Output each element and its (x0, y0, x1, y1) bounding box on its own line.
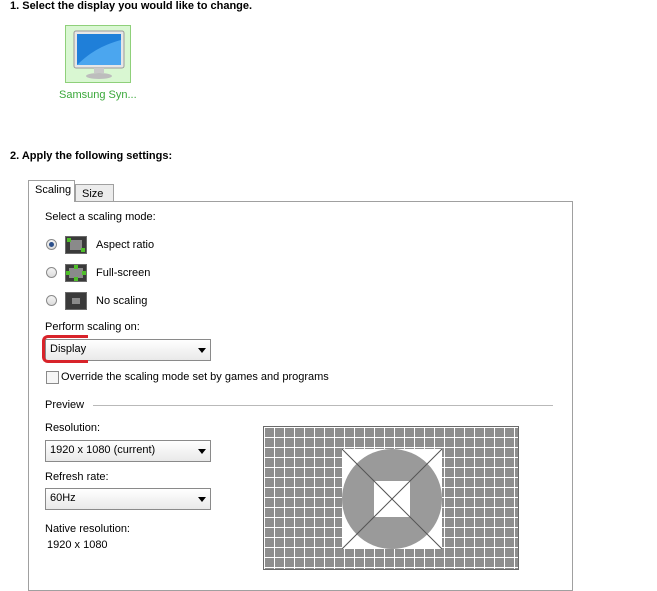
native-resolution-label: Native resolution: (45, 523, 130, 535)
refresh-rate-label: Refresh rate: (45, 471, 109, 483)
preview-section-label: Preview (45, 399, 85, 411)
display-label: Samsung Syn... (59, 89, 137, 101)
resolution-value: 1920 x 1080 (current) (50, 444, 156, 456)
chevron-down-icon (198, 449, 206, 454)
full-screen-label[interactable]: Full-screen (96, 267, 150, 279)
refresh-rate-value: 60Hz (50, 492, 76, 504)
aspect-ratio-icon (65, 236, 87, 254)
scaling-preview (263, 426, 519, 570)
chevron-down-icon (198, 348, 206, 353)
perform-scaling-label: Perform scaling on: (45, 321, 140, 333)
refresh-rate-select[interactable]: 60Hz (45, 488, 211, 510)
radio-aspect-ratio[interactable] (46, 239, 57, 250)
radio-full-screen[interactable] (46, 267, 57, 278)
tab-scaling[interactable]: Scaling (28, 180, 75, 202)
chevron-down-icon (198, 497, 206, 502)
monitor-icon (73, 30, 125, 79)
aspect-ratio-label[interactable]: Aspect ratio (96, 239, 154, 251)
tab-size[interactable]: Size (75, 184, 114, 202)
override-label[interactable]: Override the scaling mode set by games a… (61, 371, 329, 383)
override-checkbox[interactable] (46, 371, 59, 384)
display-tile[interactable] (65, 25, 131, 83)
no-scaling-icon (65, 292, 87, 310)
radio-no-scaling[interactable] (46, 295, 57, 306)
no-scaling-label[interactable]: No scaling (96, 295, 147, 307)
step2-heading: 2. Apply the following settings: (10, 150, 173, 162)
scaling-mode-prompt: Select a scaling mode: (45, 211, 156, 223)
preview-divider (93, 405, 553, 406)
highlight-annotation (42, 335, 88, 363)
full-screen-icon (65, 264, 87, 282)
resolution-select[interactable]: 1920 x 1080 (current) (45, 440, 211, 462)
native-resolution-value: 1920 x 1080 (47, 539, 108, 551)
resolution-label: Resolution: (45, 422, 101, 434)
step1-heading: 1. Select the display you would like to … (10, 0, 253, 12)
preview-test-pattern (342, 449, 442, 549)
